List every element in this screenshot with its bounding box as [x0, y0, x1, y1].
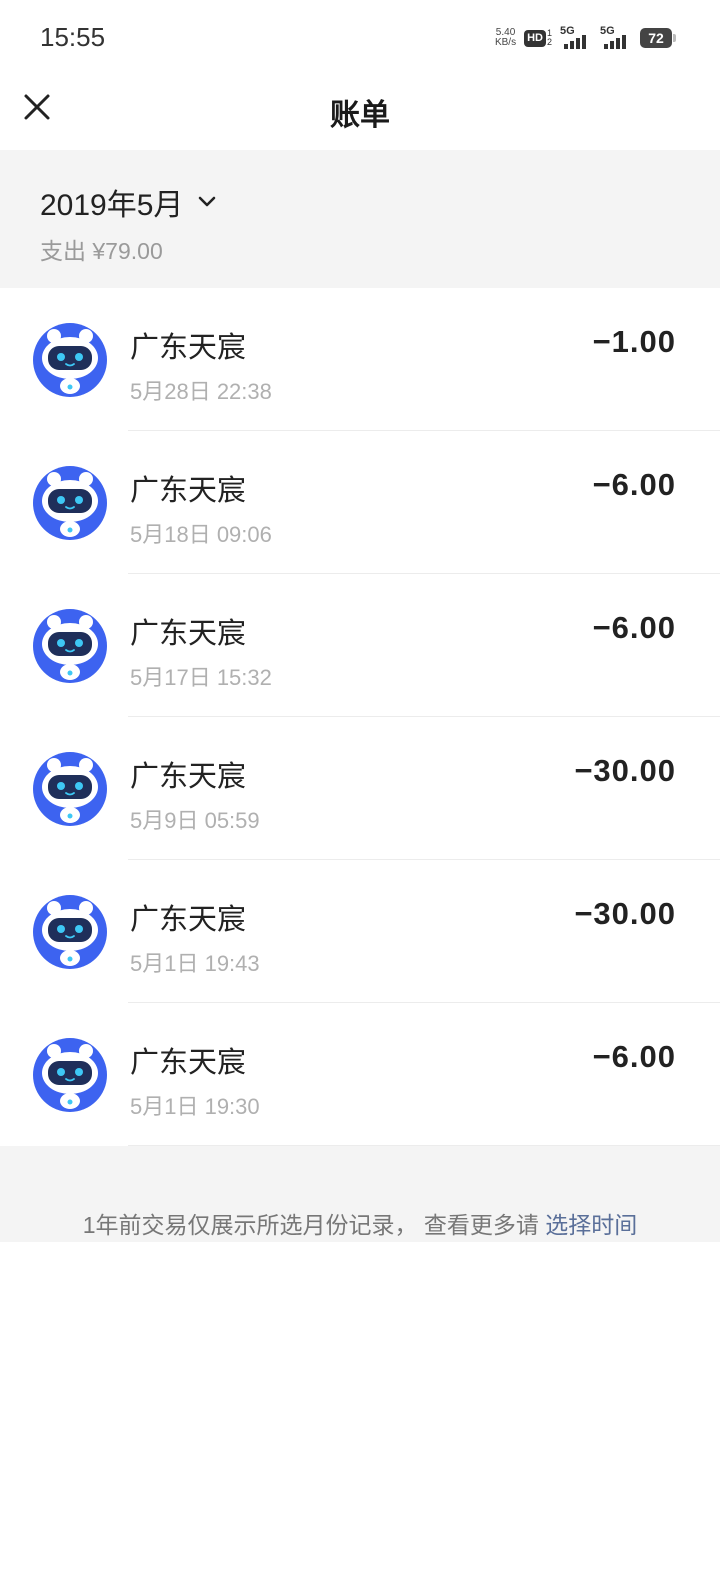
robot-avatar-icon [33, 895, 107, 969]
battery-level: 72 [640, 28, 672, 48]
hd-sub: 1 2 [547, 29, 552, 47]
chevron-down-icon [199, 196, 216, 207]
select-time-link[interactable]: 选择时间 [545, 1212, 637, 1238]
robot-avatar-icon [33, 466, 107, 540]
transaction-time: 5月9日 05:59 [130, 808, 260, 833]
nav-bar: 账单 [0, 76, 720, 150]
footer-text: 1年前交易仅展示所选月份记录， 查看更多请 选择时间 [0, 1206, 720, 1240]
footer-notice: 1年前交易仅展示所选月份记录， 查看更多请 选择时间 [0, 1146, 720, 1242]
robot-avatar-icon [33, 752, 107, 826]
transaction-merchant: 广东天宸 [130, 618, 247, 650]
status-time: 15:55 [40, 22, 106, 52]
transaction-item[interactable]: 广东天宸 5月18日 09:06 −6.00 [0, 431, 720, 574]
transaction-merchant: 广东天宸 [130, 332, 247, 364]
hd-label: HD [524, 29, 546, 47]
expense-summary: 支出 ¥79.00 [40, 238, 163, 264]
robot-avatar-icon [33, 609, 107, 683]
status-icons: 5.40 KB/s HD 1 2 5G 5G 72 [495, 24, 676, 52]
signal-5g-icon-2: 5G [600, 25, 632, 49]
transaction-amount: −6.00 [592, 610, 676, 645]
transaction-merchant: 广东天宸 [130, 475, 247, 507]
transaction-time: 5月1日 19:30 [130, 1094, 260, 1119]
transaction-item[interactable]: 广东天宸 5月17日 15:32 −6.00 [0, 574, 720, 717]
network-speed-unit: KB/s [494, 37, 517, 48]
hd-voice-icon: HD 1 2 [524, 29, 552, 47]
transaction-item[interactable]: 广东天宸 5月1日 19:43 −30.00 [0, 860, 720, 1003]
month-label: 2019年5月 [40, 189, 184, 222]
transaction-time: 5月1日 19:43 [130, 951, 260, 976]
transaction-item[interactable]: 广东天宸 5月1日 19:30 −6.00 [0, 1003, 720, 1146]
transaction-merchant: 广东天宸 [130, 1047, 247, 1079]
transaction-amount: −1.00 [592, 324, 676, 359]
footer-message: 1年前交易仅展示所选月份记录， 查看更多请 [82, 1212, 546, 1238]
transaction-merchant: 广东天宸 [130, 904, 247, 936]
page-title: 账单 [330, 99, 390, 132]
transaction-amount: −6.00 [592, 467, 676, 502]
transaction-time: 5月28日 22:38 [130, 379, 272, 404]
transaction-amount: −30.00 [574, 753, 676, 788]
signal-5g-icon-1: 5G [560, 25, 592, 49]
robot-avatar-icon [33, 323, 107, 397]
robot-avatar-icon [33, 1038, 107, 1112]
transaction-time: 5月18日 09:06 [130, 522, 272, 547]
transaction-list: 广东天宸 5月28日 22:38 −1.00 广东天宸 5月18日 09:06 … [0, 288, 720, 1146]
transaction-amount: −30.00 [574, 896, 676, 931]
battery-icon: 72 [640, 28, 676, 48]
transaction-merchant: 广东天宸 [130, 761, 247, 793]
transaction-item[interactable]: 广东天宸 5月28日 22:38 −1.00 [0, 288, 720, 431]
transaction-amount: −6.00 [592, 1039, 676, 1074]
status-bar: 15:55 5.40 KB/s HD 1 2 5G 5G 72 [0, 0, 720, 76]
month-selector[interactable]: 2019年5月 [40, 180, 219, 224]
transaction-item[interactable]: 广东天宸 5月9日 05:59 −30.00 [0, 717, 720, 860]
month-summary: 2019年5月 支出 ¥79.00 [0, 150, 720, 288]
hd-sub-bottom: 2 [546, 37, 552, 47]
network-speed: 5.40 KB/s [495, 28, 516, 48]
transaction-time: 5月17日 15:32 [130, 665, 272, 690]
